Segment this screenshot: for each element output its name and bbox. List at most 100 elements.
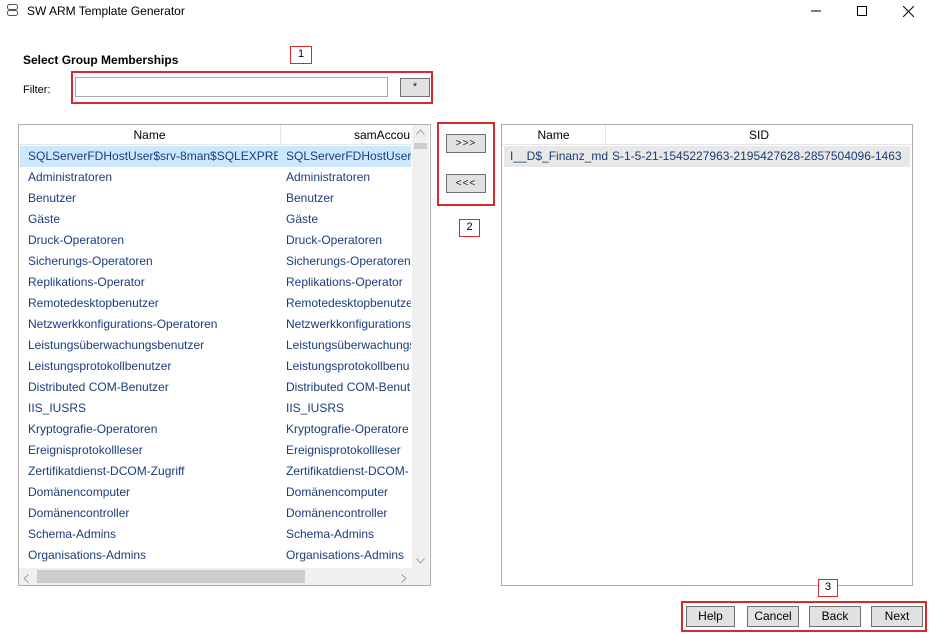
group-name-cell: Gäste (28, 212, 61, 226)
samaccount-cell: Zertifikatdienst-DCOM- (286, 464, 409, 478)
group-name-cell: Replikations-Operator (28, 275, 145, 289)
group-name-cell: I__D$_Finanz_md (510, 149, 608, 163)
samaccount-cell: Schema-Admins (286, 527, 375, 541)
group-name-cell: Kryptografie-Operatoren (28, 422, 158, 436)
table-row[interactable]: SQLServerFDHostUser$srv-8man$SQLEXPRESS S… (20, 146, 411, 167)
table-row[interactable]: Organisations-Admins Organisations-Admins (20, 545, 411, 566)
table-row[interactable]: Administratoren Administratoren (20, 167, 411, 188)
help-button[interactable]: Help (686, 606, 735, 627)
marker-2: 2 (459, 219, 480, 237)
vertical-scroll-thumb[interactable] (414, 143, 427, 149)
table-row[interactable]: Domänencontroller Domänencontroller (20, 503, 411, 524)
scroll-left-arrow-icon[interactable] (23, 572, 29, 585)
scrollbar-corner (412, 568, 430, 585)
vertical-scrollbar[interactable] (412, 125, 429, 568)
group-name-cell: Schema-Admins (28, 527, 117, 541)
table-row[interactable]: Netzwerkkonfigurations-Operatoren Netzwer… (20, 314, 411, 335)
next-button[interactable]: Next (871, 606, 923, 627)
cancel-button[interactable]: Cancel (747, 606, 799, 627)
table-row[interactable]: Zertifikatdienst-DCOM-Zugriff Zertifikatd… (20, 461, 411, 482)
group-name-cell: Organisations-Admins (28, 548, 147, 562)
table-row[interactable]: I__D$_Finanz_md S-1-5-21-1545227963-21954… (504, 146, 910, 167)
group-name-cell: Sicherungs-Operatoren (28, 254, 153, 268)
column-header-name[interactable]: Name (19, 125, 281, 145)
column-header-samaccount[interactable]: samAccou (281, 125, 412, 145)
sid-cell: S-1-5-21-1545227963-2195427628-285750409… (612, 149, 902, 163)
scroll-up-arrow-icon[interactable] (412, 127, 429, 137)
table-row[interactable]: Leistungsüberwachungsbenutzer Leistungsüb… (20, 335, 411, 356)
group-name-cell: Remotedesktopbenutzer (28, 296, 159, 310)
group-name-cell: Leistungsüberwachungsbenutzer (28, 338, 205, 352)
table-row[interactable]: Distributed COM-Benutzer Distributed COM-… (20, 377, 411, 398)
marker-1: 1 (290, 46, 312, 64)
group-name-cell: Netzwerkkonfigurations-Operatoren (28, 317, 218, 331)
table-row[interactable]: Gäste Gäste (20, 209, 411, 230)
samaccount-cell: Replikations-Operator (286, 275, 403, 289)
horizontal-scrollbar[interactable] (19, 568, 412, 585)
maximize-icon (857, 6, 867, 16)
filter-label: Filter: (23, 84, 51, 96)
table-row[interactable]: Benutzer Benutzer (20, 188, 411, 209)
horizontal-scroll-thumb[interactable] (37, 570, 305, 583)
remove-selected-button[interactable]: <<< (446, 174, 486, 193)
minimize-button[interactable] (793, 0, 839, 22)
column-header-sid[interactable]: SID (606, 125, 912, 145)
samaccount-cell: Organisations-Admins (286, 548, 405, 562)
samaccount-cell: Remotedesktopbenutze (286, 296, 411, 310)
samaccount-cell: Leistungsüberwachungs (286, 338, 411, 352)
table-row[interactable]: Ereignisprotokollleser Ereignisprotokolll… (20, 440, 411, 461)
samaccount-cell: Gäste (286, 212, 319, 226)
samaccount-cell: Distributed COM-Benut (286, 380, 411, 394)
table-row[interactable]: Kryptografie-Operatoren Kryptografie-Oper… (20, 419, 411, 440)
group-name-cell: Benutzer (28, 191, 77, 205)
app-icon (7, 4, 18, 16)
close-icon (902, 5, 914, 17)
samaccount-cell: Administratoren (286, 170, 371, 184)
add-selected-button[interactable]: >>> (446, 134, 486, 153)
filter-input[interactable] (75, 77, 388, 97)
samaccount-cell: Domänencomputer (286, 485, 389, 499)
close-button[interactable] (885, 0, 929, 22)
group-name-cell: SQLServerFDHostUser$srv-8man$SQLEXPRESS (28, 149, 278, 163)
minimize-icon (811, 10, 821, 12)
table-row[interactable]: Schema-Admins Schema-Admins (20, 524, 411, 545)
group-name-cell: Domänencomputer (28, 485, 131, 499)
samaccount-cell: Kryptografie-Operatore (286, 422, 409, 436)
group-name-cell: Ereignisprotokollleser (28, 443, 143, 457)
table-row[interactable]: Druck-Operatoren Druck-Operatoren (20, 230, 411, 251)
table-row[interactable]: IIS_IUSRS IIS_IUSRS (20, 398, 411, 419)
samaccount-cell: Ereignisprotokollleser (286, 443, 401, 457)
title-bar: SW ARM Template Generator (0, 0, 929, 22)
filter-wildcard-button[interactable]: * (400, 78, 430, 97)
samaccount-cell: Netzwerkkonfigurations (286, 317, 411, 331)
samaccount-cell: IIS_IUSRS (286, 401, 345, 415)
group-name-cell: Administratoren (28, 170, 113, 184)
group-name-cell: Leistungsprotokollbenutzer (28, 359, 172, 373)
samaccount-cell: Leistungsprotokollbenu (286, 359, 410, 373)
samaccount-cell: SQLServerFDHostUser$s (286, 149, 411, 163)
selected-groups-list[interactable]: Name SID I__D$_Finanz_md S-1-5-21-1545227… (501, 124, 913, 586)
samaccount-cell: Druck-Operatoren (286, 233, 383, 247)
group-name-cell: IIS_IUSRS (28, 401, 87, 415)
group-name-cell: Zertifikatdienst-DCOM-Zugriff (28, 464, 185, 478)
scroll-right-arrow-icon[interactable] (401, 572, 407, 585)
samaccount-cell: Sicherungs-Operatoren (286, 254, 411, 268)
table-row[interactable]: Replikations-Operator Replikations-Operat… (20, 272, 411, 293)
marker-3: 3 (818, 579, 838, 597)
table-row[interactable]: Leistungsprotokollbenutzer Leistungsproto… (20, 356, 411, 377)
maximize-button[interactable] (839, 0, 885, 22)
samaccount-cell: Benutzer (286, 191, 335, 205)
back-button[interactable]: Back (809, 606, 861, 627)
group-name-cell: Distributed COM-Benutzer (28, 380, 169, 394)
available-groups-list[interactable]: Name samAccou SQLServerFDHostUser$srv-8m… (18, 124, 431, 586)
table-row[interactable]: Domänencomputer Domänencomputer (20, 482, 411, 503)
group-name-cell: Domänencontroller (28, 506, 130, 520)
column-header-name[interactable]: Name (502, 125, 606, 145)
section-title: Select Group Memberships (23, 53, 179, 67)
window-title: SW ARM Template Generator (27, 4, 185, 18)
scroll-down-arrow-icon[interactable] (412, 556, 429, 566)
table-row[interactable]: Sicherungs-Operatoren Sicherungs-Operator… (20, 251, 411, 272)
samaccount-cell: Domänencontroller (286, 506, 388, 520)
group-name-cell: Druck-Operatoren (28, 233, 125, 247)
table-row[interactable]: Remotedesktopbenutzer Remotedesktopbenutz… (20, 293, 411, 314)
